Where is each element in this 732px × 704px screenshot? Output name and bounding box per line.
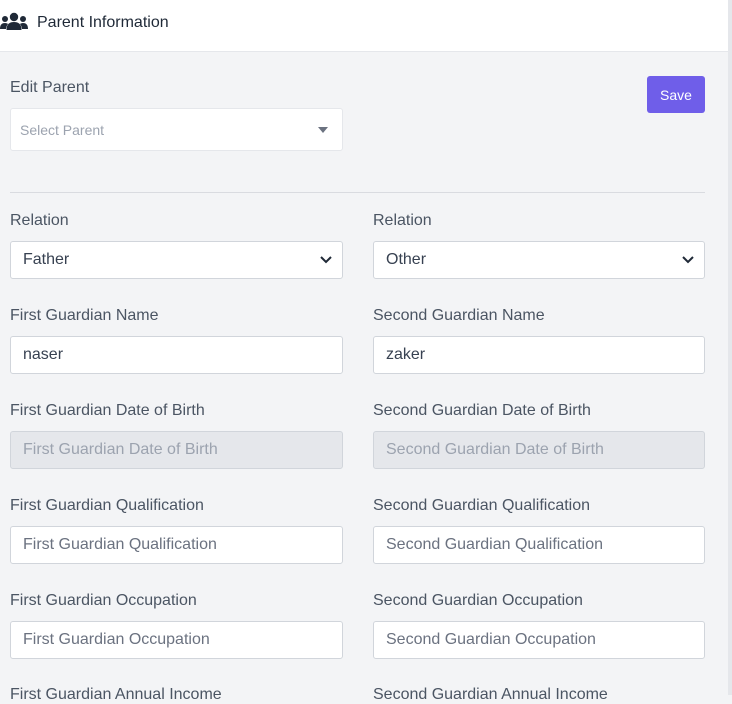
first-guardian-occupation-input[interactable] bbox=[10, 621, 343, 659]
first-guardian-dob-input[interactable] bbox=[10, 431, 343, 469]
relation-select-second[interactable]: Other bbox=[373, 241, 705, 279]
second-guardian-income-label: Second Guardian Annual Income bbox=[373, 686, 608, 703]
relation-label-second: Relation bbox=[373, 212, 432, 229]
first-guardian-qualification-input[interactable] bbox=[10, 526, 343, 564]
section-divider bbox=[10, 192, 705, 193]
edit-parent-label: Edit Parent bbox=[10, 79, 90, 96]
first-guardian-name-input[interactable] bbox=[10, 336, 343, 374]
scroll-edge bbox=[728, 0, 732, 695]
second-guardian-name-input[interactable] bbox=[373, 336, 705, 374]
first-guardian-dob-label: First Guardian Date of Birth bbox=[10, 402, 205, 419]
second-guardian-dob-label: Second Guardian Date of Birth bbox=[373, 402, 591, 419]
users-icon bbox=[0, 12, 28, 32]
relation-select-second-value: Other bbox=[386, 251, 427, 268]
first-guardian-name-label: First Guardian Name bbox=[10, 307, 159, 324]
relation-label-first: Relation bbox=[10, 212, 69, 229]
page-header: Parent Information bbox=[0, 0, 728, 52]
second-guardian-dob-input[interactable] bbox=[373, 431, 705, 469]
save-button[interactable]: Save bbox=[647, 76, 705, 113]
first-guardian-qualification-label: First Guardian Qualification bbox=[10, 497, 204, 514]
first-guardian-occupation-label: First Guardian Occupation bbox=[10, 592, 197, 609]
select-parent-placeholder: Select Parent bbox=[20, 122, 105, 138]
relation-select-first[interactable]: Father bbox=[10, 241, 343, 279]
page-title: Parent Information bbox=[37, 14, 169, 31]
second-guardian-occupation-label: Second Guardian Occupation bbox=[373, 592, 583, 609]
second-guardian-occupation-input[interactable] bbox=[373, 621, 705, 659]
second-guardian-qualification-input[interactable] bbox=[373, 526, 705, 564]
caret-down-icon bbox=[318, 127, 328, 133]
chevron-down-icon bbox=[320, 256, 332, 264]
second-guardian-name-label: Second Guardian Name bbox=[373, 307, 545, 324]
select-parent-dropdown[interactable]: Select Parent bbox=[10, 108, 343, 151]
relation-select-first-value: Father bbox=[23, 251, 70, 268]
first-guardian-income-label: First Guardian Annual Income bbox=[10, 686, 222, 703]
chevron-down-icon bbox=[682, 256, 694, 264]
second-guardian-qualification-label: Second Guardian Qualification bbox=[373, 497, 591, 514]
